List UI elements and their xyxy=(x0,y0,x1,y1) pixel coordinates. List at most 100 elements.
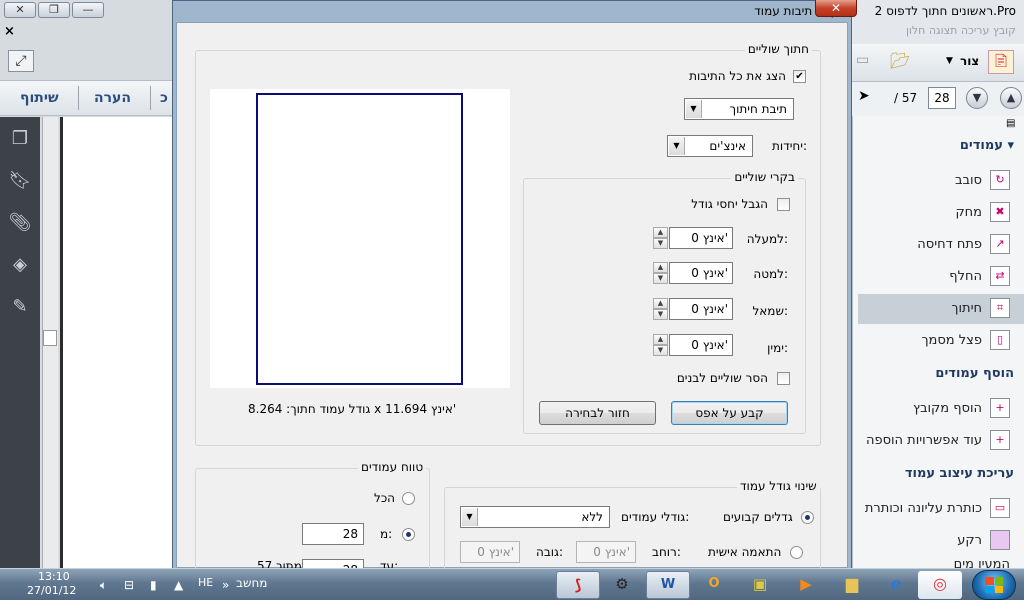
from-page-radio[interactable] xyxy=(402,528,415,541)
clock-time[interactable]: 13:10 xyxy=(38,570,70,583)
minimize-window-button[interactable]: — xyxy=(72,2,104,18)
custom-size-radio[interactable] xyxy=(790,546,803,559)
revert-to-selection-button[interactable]: חזור לבחירה xyxy=(539,401,656,425)
pane-item-background[interactable]: רקע xyxy=(957,530,1010,550)
language-indicator[interactable]: HE xyxy=(198,576,213,589)
top-margin-spinner[interactable]: 0 אינץ' ▲ ▼ xyxy=(653,227,733,249)
spin-up-icon[interactable]: ▲ xyxy=(653,262,668,273)
pane-item-rotate[interactable]: ↻ סובב xyxy=(955,170,1010,190)
tools-tab[interactable]: כ xyxy=(160,90,168,106)
toolbar-chevron-icon[interactable]: » xyxy=(222,578,229,592)
pages-section-header[interactable]: עמודים ▾ xyxy=(960,138,1014,153)
left-margin-spinner[interactable]: 0 אינץ' ▲ ▼ xyxy=(653,298,733,320)
units-select[interactable]: אינצ'ים ▼ xyxy=(667,135,753,157)
network-icon[interactable]: ⊟ xyxy=(124,578,134,592)
top-margin-field[interactable]: 0 אינץ' xyxy=(669,227,733,249)
close-window-button[interactable]: ✕ xyxy=(4,2,36,18)
share-tab[interactable]: שיתוף xyxy=(20,90,59,106)
chevron-down-icon[interactable]: ▼ xyxy=(946,56,953,66)
layers-icon[interactable]: ◈ xyxy=(8,253,32,277)
pane-item-replace[interactable]: ⇄ החלף xyxy=(949,266,1010,286)
internet-explorer-taskbar-icon[interactable]: ℯ xyxy=(874,571,918,599)
pane-item-extract[interactable]: ↗ פתח דחיסה xyxy=(917,234,1010,254)
pane-item-delete[interactable]: ✖ מחק xyxy=(955,202,1010,222)
design-section-header[interactable]: עריכת עיצוב עמוד xyxy=(905,466,1014,481)
pane-options-icon[interactable]: ▤ xyxy=(1006,118,1015,129)
menu-bar[interactable]: קובץ עריכה תצוגה חלון xyxy=(906,24,1016,37)
previous-page-button[interactable]: ▲ xyxy=(1000,87,1022,109)
app-taskbar-icon[interactable]: ▣ xyxy=(738,571,782,599)
right-margin-field[interactable]: 0 אינץ' xyxy=(669,334,733,356)
clock-date[interactable]: 27/01/12 xyxy=(27,584,76,597)
width-input[interactable]: 0 אינץ' xyxy=(576,541,636,563)
dialog-close-button[interactable]: ✕ xyxy=(815,0,857,17)
crop-box-outline[interactable] xyxy=(256,93,463,385)
show-hidden-icons-icon[interactable]: ▲ xyxy=(174,578,183,592)
spin-up-icon[interactable]: ▲ xyxy=(653,298,668,309)
next-page-button[interactable]: ▼ xyxy=(966,87,988,109)
height-label: גובה: xyxy=(536,545,564,559)
restore-window-button[interactable]: ❐ xyxy=(38,2,70,18)
of-total-label: מתוך 57 xyxy=(257,559,302,568)
show-all-boxes-checkbox[interactable]: ✔ xyxy=(793,70,806,83)
spin-up-icon[interactable]: ▲ xyxy=(653,227,668,238)
spin-down-icon[interactable]: ▼ xyxy=(653,273,668,284)
create-pdf-icon[interactable]: 📄︎ xyxy=(988,50,1014,74)
spin-buttons[interactable]: ▲ ▼ xyxy=(653,262,668,284)
outlook-taskbar-icon[interactable]: O xyxy=(692,571,736,599)
bottom-margin-field[interactable]: 0 אינץ' xyxy=(669,262,733,284)
height-input[interactable]: 0 אינץ' xyxy=(460,541,520,563)
spin-buttons[interactable]: ▲ ▼ xyxy=(653,227,668,249)
select-cursor-icon[interactable]: ➤ xyxy=(858,88,870,104)
box-type-select[interactable]: תיבת חיתוך ▼ xyxy=(684,98,794,120)
signature-icon[interactable]: ✎ xyxy=(8,295,32,319)
computer-toolbar-label[interactable]: מחשב xyxy=(236,576,267,590)
bottom-margin-spinner[interactable]: 0 אינץ' ▲ ▼ xyxy=(653,262,733,284)
spin-buttons[interactable]: ▲ ▼ xyxy=(653,334,668,356)
app2-taskbar-icon[interactable]: ⚙ xyxy=(600,571,644,599)
close-document-icon[interactable]: × xyxy=(4,24,15,39)
bookmark-icon[interactable]: 🔖︎ xyxy=(8,169,32,193)
page-number-input[interactable]: 28 xyxy=(928,87,956,109)
acrobat-taskbar-icon[interactable]: ⟆ xyxy=(556,571,600,599)
comment-tab[interactable]: הערה xyxy=(94,90,131,106)
pane-item-header-footer[interactable]: ▭ כותרת עליונה וכותרת xyxy=(865,498,1010,518)
pane-item-split[interactable]: ▯ פצל מסמך xyxy=(922,330,1010,350)
remove-white-margins-checkbox[interactable] xyxy=(777,372,790,385)
top-margin-label: למעלה: xyxy=(746,232,788,246)
fixed-sizes-radio[interactable] xyxy=(801,511,814,524)
all-pages-label: הכל xyxy=(374,491,396,505)
create-button[interactable]: צור xyxy=(960,54,979,68)
volume-icon[interactable]: 🔈︎ xyxy=(100,578,107,593)
set-to-zero-button[interactable]: קבע על אפס xyxy=(671,401,788,425)
pages-thumbnail-icon[interactable]: ❐ xyxy=(8,127,32,151)
box-type-value: תיבת חיתוך xyxy=(729,102,787,116)
explorer-taskbar-icon[interactable]: ▆ xyxy=(830,571,874,599)
word-taskbar-icon[interactable]: W xyxy=(646,571,690,599)
pane-item-more-insert[interactable]: + עוד אפשרויות הוספה xyxy=(866,430,1010,450)
spin-buttons[interactable]: ▲ ▼ xyxy=(653,298,668,320)
spin-up-icon[interactable]: ▲ xyxy=(653,334,668,345)
left-margin-field[interactable]: 0 אינץ' xyxy=(669,298,733,320)
expand-icon[interactable]: ⤢ xyxy=(8,50,34,72)
all-pages-radio[interactable] xyxy=(402,492,415,505)
attachment-icon[interactable]: 📎︎ xyxy=(8,211,32,235)
chrome-taskbar-icon[interactable]: ◎ xyxy=(918,571,962,599)
pane-item-insert-file[interactable]: + הוסף מקובץ xyxy=(913,398,1010,418)
spin-down-icon[interactable]: ▼ xyxy=(653,309,668,320)
save-icon[interactable]: ▭ xyxy=(856,52,874,72)
scrollbar-thumb[interactable] xyxy=(43,330,57,346)
insert-section-header[interactable]: הוסף עמודים xyxy=(935,366,1014,381)
right-margin-spinner[interactable]: 0 אינץ' ▲ ▼ xyxy=(653,334,733,356)
to-page-input[interactable]: 28 xyxy=(302,559,364,568)
media-player-taskbar-icon[interactable]: ▶ xyxy=(784,571,828,599)
pane-item-crop[interactable]: ⌗ חיתוך xyxy=(952,298,1010,318)
constrain-proportions-checkbox[interactable] xyxy=(777,198,790,211)
open-folder-icon[interactable]: 📂︎ xyxy=(888,50,912,74)
spin-down-icon[interactable]: ▼ xyxy=(653,345,668,356)
battery-icon[interactable]: ▮ xyxy=(150,578,157,592)
from-page-input[interactable]: 28 xyxy=(302,523,364,545)
page-sizes-select[interactable]: ללא ▼ xyxy=(460,506,610,528)
pane-item-watermark[interactable]: המעין מים xyxy=(954,560,1010,568)
spin-down-icon[interactable]: ▼ xyxy=(653,238,668,249)
